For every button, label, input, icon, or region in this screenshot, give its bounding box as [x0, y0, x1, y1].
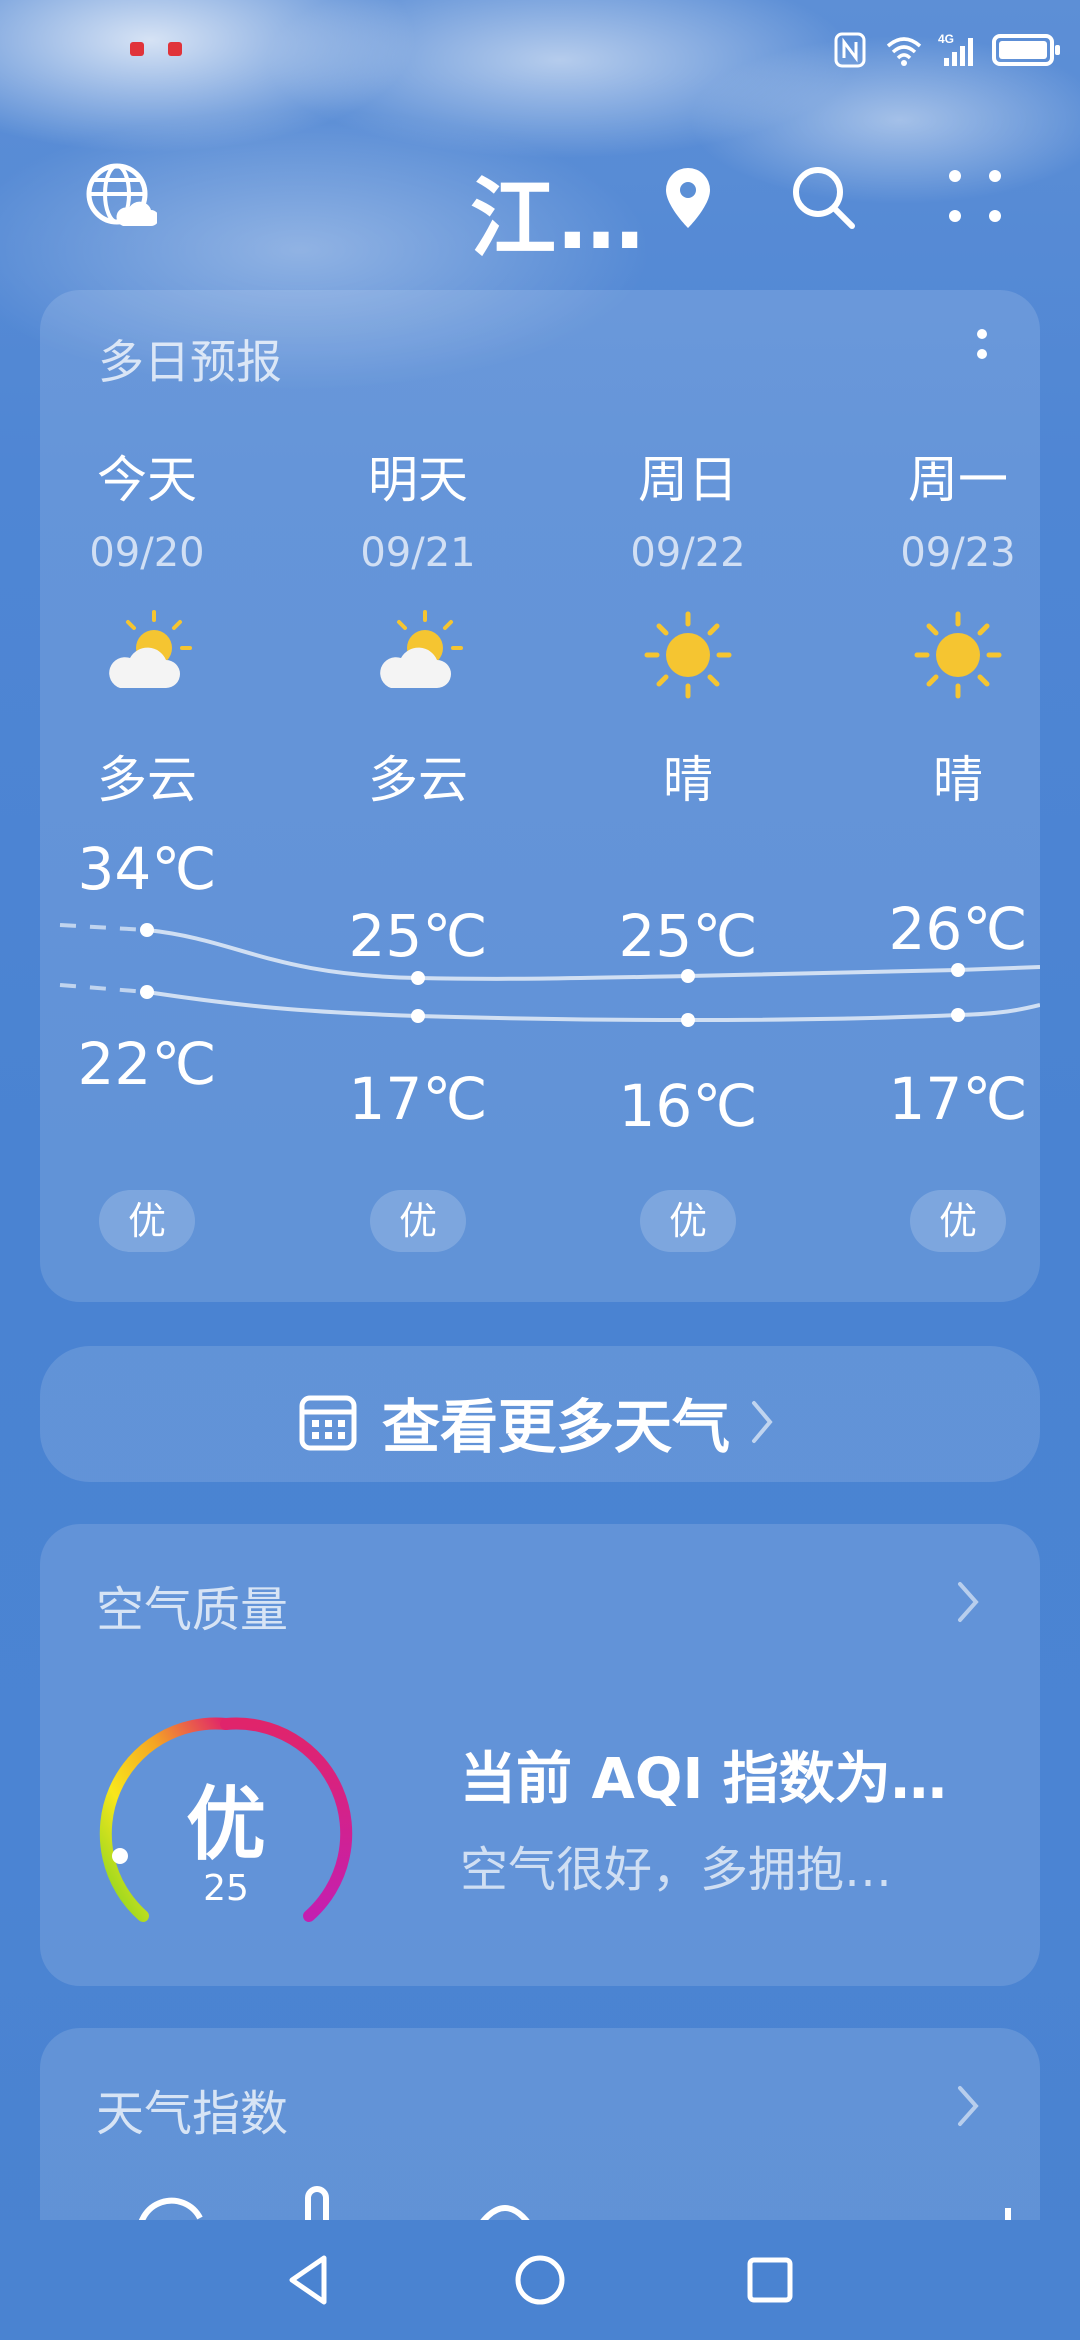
low-temp-curve [146, 990, 1040, 1023]
high-temp-label: 26℃ [888, 895, 1028, 963]
day-date: 09/23 [900, 530, 1016, 576]
day-name: 周日 [638, 451, 738, 509]
low-temp-point [411, 1009, 425, 1023]
status-icons: 4G [830, 30, 1060, 70]
more-grid-icon[interactable] [945, 166, 1005, 226]
forecast-card[interactable]: 多日预报 今天 09/20 多云 优 明天 09/21 多云 优 周日 09/2… [40, 290, 1040, 1302]
high-temp-dashed-line [59, 923, 148, 932]
battery-icon [992, 34, 1060, 66]
day-condition: 晴 [663, 751, 713, 809]
navigation-bar [0, 2220, 1080, 2340]
low-temp-label: 17℃ [348, 1065, 488, 1133]
chevron-right-icon [752, 1401, 773, 1443]
day-date: 09/22 [630, 530, 746, 576]
high-temp-label: 34℃ [77, 835, 217, 903]
aqi-badge: 优 [99, 1190, 195, 1252]
partly-cloudy-icon [380, 610, 463, 688]
chevron-right-icon [958, 2086, 979, 2126]
high-temp-point [140, 923, 154, 937]
aqi-level: 优 [186, 1778, 266, 1871]
aqi-badge: 优 [910, 1190, 1006, 1252]
weather-index-title: 天气指数 [96, 2086, 289, 2142]
aqi-description: 当前 AQI 指数为… [460, 1747, 947, 1812]
aqi-tip: 空气很好，多拥抱… [460, 1842, 893, 1898]
city-name[interactable]: 江… [470, 148, 646, 273]
day-name: 明天 [368, 451, 468, 509]
air-quality-card[interactable]: 空气质量 优 25 当前 AQI 指数为… 空气很好，多拥抱… [40, 1524, 1040, 1986]
air-quality-title: 空气质量 [96, 1582, 289, 1638]
sun-icon [644, 611, 732, 699]
location-pin-icon[interactable] [660, 166, 716, 230]
high-temp-point [681, 969, 695, 983]
low-temp-dashed-line [59, 983, 148, 994]
svg-text:4G: 4G [938, 32, 954, 46]
globe-cloud-icon[interactable] [85, 160, 157, 232]
header: 江… [0, 140, 1080, 269]
high-temp-label: 25℃ [348, 902, 488, 970]
notification-dot [130, 42, 144, 56]
low-temp-point [140, 985, 154, 999]
signal-4g-icon: 4G [938, 32, 973, 66]
low-temp-label: 17℃ [888, 1065, 1028, 1133]
nfc-icon [834, 32, 866, 68]
notification-dots [130, 42, 182, 56]
day-condition: 多云 [368, 751, 468, 809]
status-bar: 4G [0, 0, 1080, 100]
day-date: 09/20 [89, 530, 205, 576]
wifi-icon [886, 37, 922, 66]
day-condition: 晴 [933, 751, 983, 809]
aqi-badge: 优 [370, 1190, 466, 1252]
day-date: 09/21 [360, 530, 476, 576]
low-temp-point [951, 1008, 965, 1022]
kebab-menu-icon[interactable] [974, 326, 990, 376]
low-temp-label: 16℃ [618, 1072, 758, 1140]
aqi-gauge: 优 25 [98, 1704, 358, 1944]
day-name: 今天 [97, 451, 197, 509]
back-icon[interactable] [280, 2250, 340, 2310]
notification-dot [168, 42, 182, 56]
more-weather-label: 查看更多天气 [382, 1393, 731, 1461]
sun-icon [914, 611, 1002, 699]
high-temp-label: 25℃ [618, 902, 758, 970]
day-name: 周一 [908, 451, 1008, 509]
low-temp-point [681, 1013, 695, 1027]
high-temp-point [951, 963, 965, 977]
aqi-value: 25 [203, 1868, 249, 1909]
more-weather-button[interactable]: 查看更多天气 [40, 1346, 1040, 1482]
forecast-title: 多日预报 [98, 335, 282, 389]
partly-cloudy-icon [109, 610, 192, 688]
calendar-icon [299, 1395, 357, 1451]
day-condition: 多云 [97, 751, 197, 809]
aqi-badge: 优 [640, 1190, 736, 1252]
high-temp-point [411, 971, 425, 985]
chevron-right-icon [958, 1582, 979, 1622]
low-temp-label: 22℃ [77, 1030, 217, 1098]
home-icon[interactable] [510, 2250, 570, 2310]
recents-icon[interactable] [740, 2250, 800, 2310]
search-icon[interactable] [790, 164, 858, 232]
